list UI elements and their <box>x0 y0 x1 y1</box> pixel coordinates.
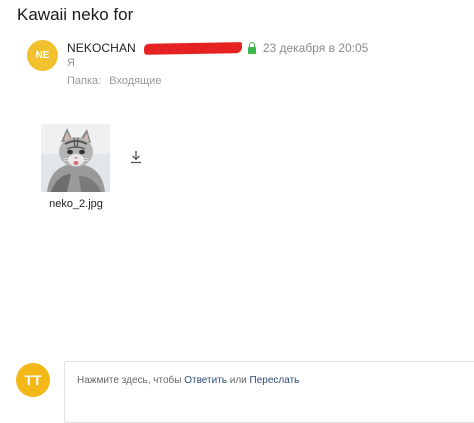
folder-line: Папка: Входящие <box>67 75 161 87</box>
attachment-thumbnail[interactable] <box>41 124 110 192</box>
user-avatar-initials: TT <box>24 372 42 388</box>
sender-line: NEKOCHAN 23 декабря в 20:05 <box>67 40 368 56</box>
message-subject: Kawaii neko for <box>17 5 134 24</box>
quick-reply-or: или <box>229 375 247 386</box>
quick-reply-prompt: Нажмите здесь, чтобы Ответить или Пересл… <box>77 375 299 386</box>
sender-avatar-initials: NE <box>35 50 50 61</box>
quick-reply-prefix: Нажмите здесь, чтобы <box>77 375 182 386</box>
reply-link[interactable]: Ответить <box>184 375 227 386</box>
user-avatar[interactable]: TT <box>16 363 50 397</box>
recipient-line[interactable]: Я <box>67 57 75 69</box>
message-date: 23 декабря в 20:05 <box>262 41 369 55</box>
quick-reply-box[interactable]: Нажмите здесь, чтобы Ответить или Пересл… <box>64 361 474 423</box>
redacted-email <box>143 41 242 55</box>
download-icon[interactable] <box>129 150 143 164</box>
sender-name[interactable]: NEKOCHAN <box>67 41 136 55</box>
folder-label: Папка: <box>67 75 102 87</box>
sender-avatar[interactable]: NE <box>27 40 58 71</box>
attachment-file-name[interactable]: neko_2.jpg <box>40 198 112 210</box>
kitten-photo-icon <box>41 124 110 192</box>
forward-link[interactable]: Переслать <box>250 375 300 386</box>
folder-name[interactable]: Входящие <box>109 75 161 87</box>
lock-icon <box>247 41 256 54</box>
recipient-name: Я <box>67 57 75 69</box>
